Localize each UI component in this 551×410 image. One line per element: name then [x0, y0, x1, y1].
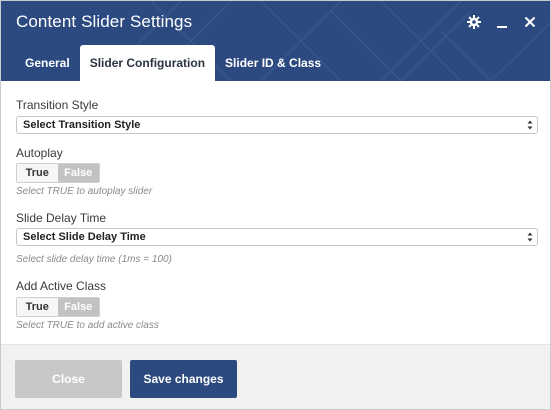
- active-class-toggle: True False: [16, 297, 100, 317]
- slide-delay-help-text: Select slide delay time (1ms = 100): [16, 254, 172, 265]
- dialog-body: Transition Style Select Transition Style…: [1, 81, 550, 344]
- select-arrows-icon: [527, 232, 533, 242]
- header-controls: [466, 13, 538, 31]
- minimize-icon[interactable]: [494, 13, 510, 31]
- settings-dialog: Content Slider Settings General Slider C…: [0, 0, 551, 410]
- slide-delay-label: Slide Delay Time: [16, 211, 107, 225]
- gear-icon[interactable]: [466, 13, 482, 31]
- tab-slider-configuration[interactable]: Slider Configuration: [79, 45, 216, 81]
- active-class-label: Add Active Class: [16, 279, 107, 293]
- dialog-header: Content Slider Settings General Slider C…: [1, 1, 550, 81]
- active-class-false-option[interactable]: False: [57, 298, 99, 316]
- active-class-true-option[interactable]: True: [17, 298, 58, 316]
- dialog-title: Content Slider Settings: [16, 12, 193, 31]
- tab-bar: General Slider Configuration Slider ID &…: [15, 45, 331, 81]
- active-class-help-text: Select TRUE to add active class: [16, 320, 159, 331]
- transition-style-value: Select Transition Style: [23, 119, 141, 131]
- transition-style-label: Transition Style: [16, 98, 99, 112]
- tab-slider-id-class[interactable]: Slider ID & Class: [215, 45, 331, 81]
- close-button[interactable]: Close: [15, 360, 122, 398]
- tab-general[interactable]: General: [15, 45, 80, 81]
- close-icon[interactable]: [522, 13, 538, 31]
- autoplay-help-text: Select TRUE to autoplay slider: [16, 186, 153, 197]
- autoplay-toggle: True False: [16, 163, 100, 183]
- autoplay-true-option[interactable]: True: [17, 164, 58, 182]
- dialog-footer: Close Save changes: [1, 344, 550, 409]
- autoplay-false-option[interactable]: False: [57, 164, 99, 182]
- autoplay-label: Autoplay: [16, 146, 63, 160]
- transition-style-select[interactable]: Select Transition Style: [16, 116, 538, 134]
- slide-delay-value: Select Slide Delay Time: [23, 231, 146, 243]
- select-arrows-icon: [527, 120, 533, 130]
- save-changes-button[interactable]: Save changes: [130, 360, 237, 398]
- slide-delay-select[interactable]: Select Slide Delay Time: [16, 228, 538, 246]
